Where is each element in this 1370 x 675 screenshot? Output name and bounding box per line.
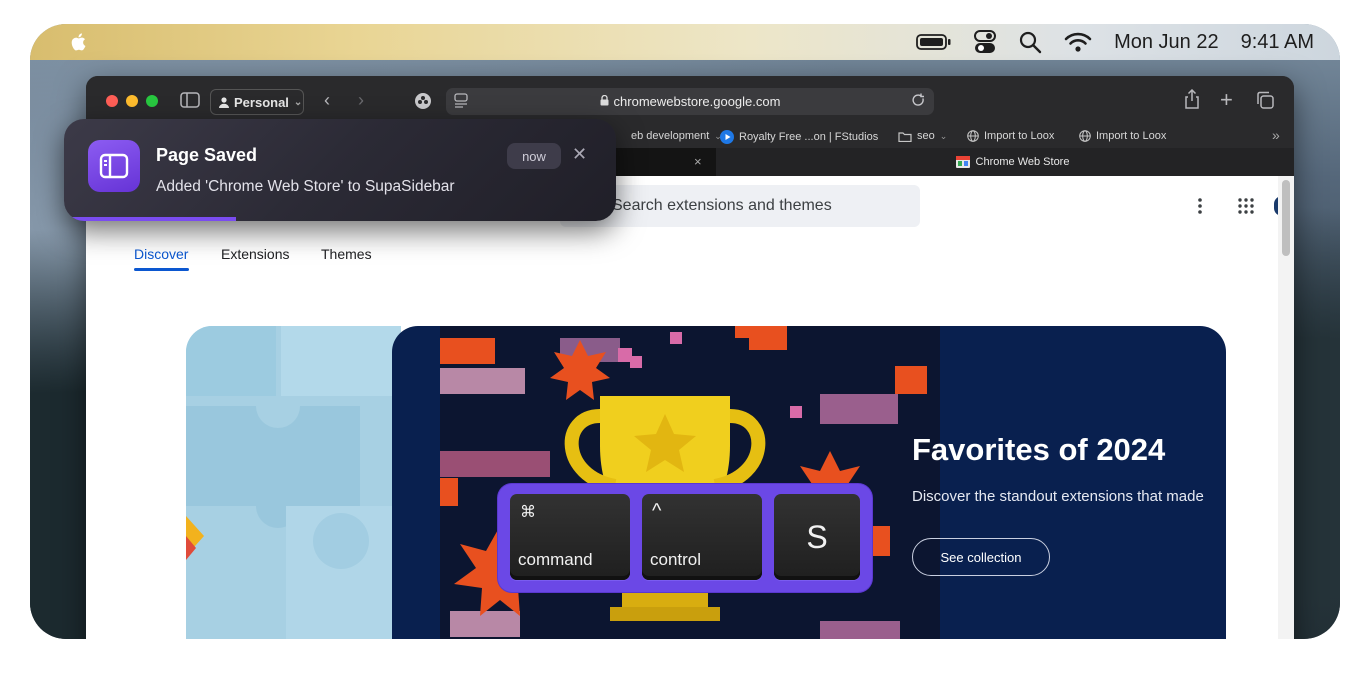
- supasidebar-app-icon: [88, 140, 140, 192]
- extension-icon[interactable]: [414, 92, 432, 114]
- back-icon[interactable]: ‹: [324, 90, 330, 111]
- key-s: S: [774, 494, 860, 580]
- page-scrollbar[interactable]: [1278, 176, 1294, 639]
- search-icon[interactable]: [1018, 30, 1042, 54]
- active-tab-indicator: [134, 268, 189, 271]
- page-menu-icon[interactable]: [454, 93, 468, 112]
- notification-progress-bar: [64, 217, 236, 221]
- address-bar[interactable]: chromewebstore.google.com: [446, 88, 934, 115]
- bookmark-label: Import to Loox: [1096, 130, 1167, 142]
- zoom-window-button[interactable]: [146, 95, 158, 107]
- notification-body: Added 'Chrome Web Store' to SupaSidebar: [156, 178, 455, 195]
- key-label: S: [806, 518, 828, 555]
- notification-toast[interactable]: Page Saved Added 'Chrome Web Store' to S…: [64, 119, 616, 221]
- notification-time: now: [507, 143, 561, 169]
- bookmark-label: Royalty Free ...on | FStudios: [739, 131, 879, 143]
- tab-close-icon[interactable]: ×: [694, 154, 702, 169]
- menubar-time[interactable]: 9:41 AM: [1241, 31, 1314, 54]
- chevron-down-icon: ⌄: [939, 130, 948, 141]
- url-text[interactable]: chromewebstore.google.com: [614, 94, 781, 109]
- close-icon[interactable]: ✕: [572, 144, 587, 165]
- bookmark-label: Import to Loox: [984, 130, 1055, 142]
- see-collection-button[interactable]: See collection: [912, 538, 1050, 576]
- control-center-icon[interactable]: [974, 30, 997, 54]
- folder-icon: [898, 131, 912, 142]
- tab-themes[interactable]: Themes: [321, 246, 372, 262]
- more-bookmarks-icon[interactable]: »: [1272, 127, 1280, 143]
- scrollbar-thumb[interactable]: [1282, 180, 1290, 256]
- forward-icon[interactable]: ›: [358, 90, 364, 111]
- key-label: command: [518, 550, 593, 569]
- share-icon[interactable]: [1184, 88, 1200, 113]
- key-label: control: [650, 550, 702, 569]
- tab-extensions[interactable]: Extensions: [221, 246, 289, 262]
- tab-discover[interactable]: Discover: [134, 246, 188, 262]
- wifi-icon[interactable]: [1064, 31, 1092, 53]
- chrome-web-store-favicon-icon: [955, 156, 970, 168]
- lock-icon: [600, 94, 609, 109]
- bookmark-royalty-free[interactable]: Royalty Free ...on | FStudios: [720, 130, 878, 144]
- globe-icon: [1079, 130, 1091, 142]
- tab-chrome-web-store[interactable]: Chrome Web Store: [731, 148, 1294, 176]
- menu-bar: Mon Jun 22 9:41 AM: [30, 24, 1340, 60]
- key-command: ⌘ command: [510, 494, 630, 580]
- minimize-window-button[interactable]: [126, 95, 138, 107]
- apple-icon[interactable]: [68, 31, 90, 53]
- tab-title: Chrome Web Store: [975, 156, 1070, 168]
- bookmark-folder-web-development[interactable]: eb development ⌄: [631, 130, 722, 142]
- new-tab-icon[interactable]: +: [1220, 87, 1233, 113]
- more-options-icon[interactable]: [1198, 198, 1202, 219]
- trophy-illustration: [440, 326, 940, 639]
- menubar-date[interactable]: Mon Jun 22: [1114, 31, 1219, 54]
- puzzle-illustration: [186, 326, 401, 639]
- bookmark-label: seo: [917, 130, 935, 142]
- key-control: ^ control: [642, 494, 762, 580]
- bookmark-import-loox-2[interactable]: Import to Loox: [1079, 130, 1166, 142]
- play-icon: [720, 130, 734, 144]
- sidebar-toggle-icon[interactable]: [180, 92, 200, 112]
- hero-title: Favorites of 2024: [912, 432, 1166, 467]
- profile-button[interactable]: Personal ⌄: [210, 89, 304, 115]
- notification-title: Page Saved: [156, 145, 258, 165]
- tab-overview-icon[interactable]: [1256, 91, 1274, 113]
- bookmark-label: eb development: [631, 130, 710, 142]
- control-symbol-icon: ^: [652, 500, 662, 522]
- battery-icon[interactable]: [916, 33, 952, 51]
- globe-icon: [967, 130, 979, 142]
- chevron-down-icon: ⌄: [293, 96, 303, 108]
- reload-icon[interactable]: [912, 93, 926, 112]
- close-window-button[interactable]: [106, 95, 118, 107]
- hero-subtitle: Discover the standout extensions that ma…: [912, 488, 1204, 505]
- bookmark-import-loox-1[interactable]: Import to Loox: [967, 130, 1054, 142]
- command-symbol-icon: ⌘: [520, 504, 536, 521]
- carousel-card-favorites[interactable]: Favorites of 2024 Discover the standout …: [392, 326, 1226, 639]
- profile-label: Personal: [234, 94, 289, 110]
- keystroke-overlay: ⌘ command ^ control S: [498, 484, 872, 592]
- search-placeholder: Search extensions and themes: [612, 197, 832, 214]
- google-apps-icon[interactable]: [1238, 198, 1254, 219]
- person-icon: [219, 96, 229, 108]
- bookmark-folder-seo[interactable]: seo ⌄: [898, 130, 947, 142]
- carousel-card-previous[interactable]: [186, 326, 401, 639]
